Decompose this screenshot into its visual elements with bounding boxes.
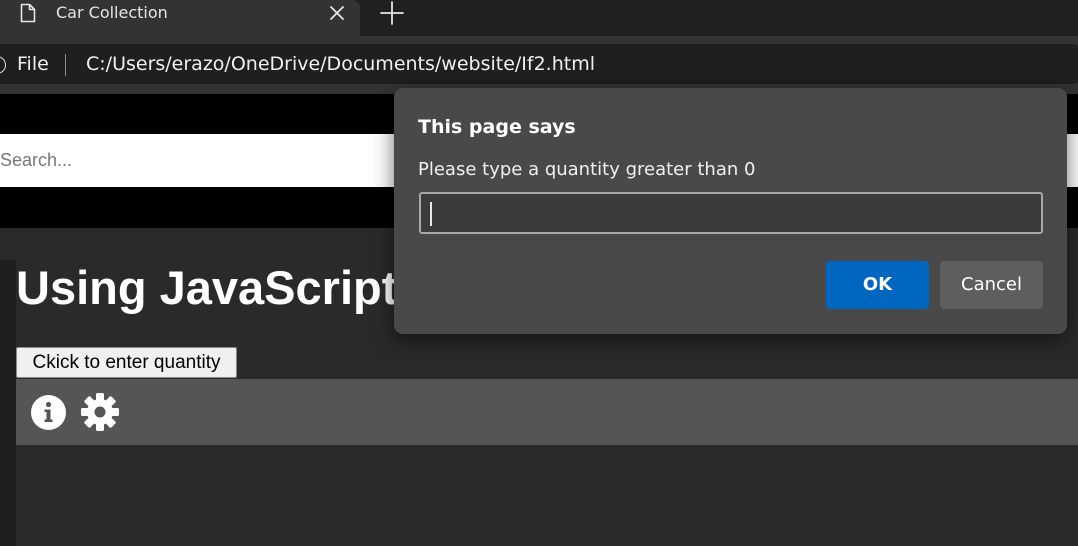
left-strip	[0, 260, 16, 546]
tab-strip: Car Collection	[0, 0, 1078, 36]
enter-quantity-button[interactable]: Ckick to enter quantity	[16, 347, 237, 378]
dialog-title: This page says	[418, 116, 576, 138]
divider	[65, 54, 66, 76]
text-caret	[430, 202, 432, 226]
dialog-message: Please type a quantity greater than 0	[418, 159, 756, 180]
cancel-button[interactable]: Cancel	[940, 261, 1043, 309]
page-icon	[20, 3, 36, 23]
plus-icon[interactable]	[378, 0, 406, 26]
scheme-label[interactable]: File	[17, 53, 49, 75]
close-icon[interactable]	[326, 2, 348, 24]
page-title: Using JavaScript	[16, 261, 398, 314]
info-circle-icon[interactable]	[30, 394, 67, 431]
prompt-dialog: This page says Please type a quantity gr…	[394, 88, 1067, 334]
quantity-input[interactable]	[419, 192, 1043, 234]
browser-toolbar: File C:/Users/erazo/OneDrive/Documents/w…	[0, 36, 1078, 94]
url-text[interactable]: C:/Users/erazo/OneDrive/Documents/websit…	[86, 53, 595, 75]
icon-bar	[16, 379, 1078, 445]
ok-button[interactable]: OK	[826, 261, 929, 309]
tab-title: Car Collection	[56, 3, 168, 22]
gear-icon[interactable]	[80, 392, 120, 432]
browser-tab[interactable]: Car Collection	[0, 0, 360, 36]
